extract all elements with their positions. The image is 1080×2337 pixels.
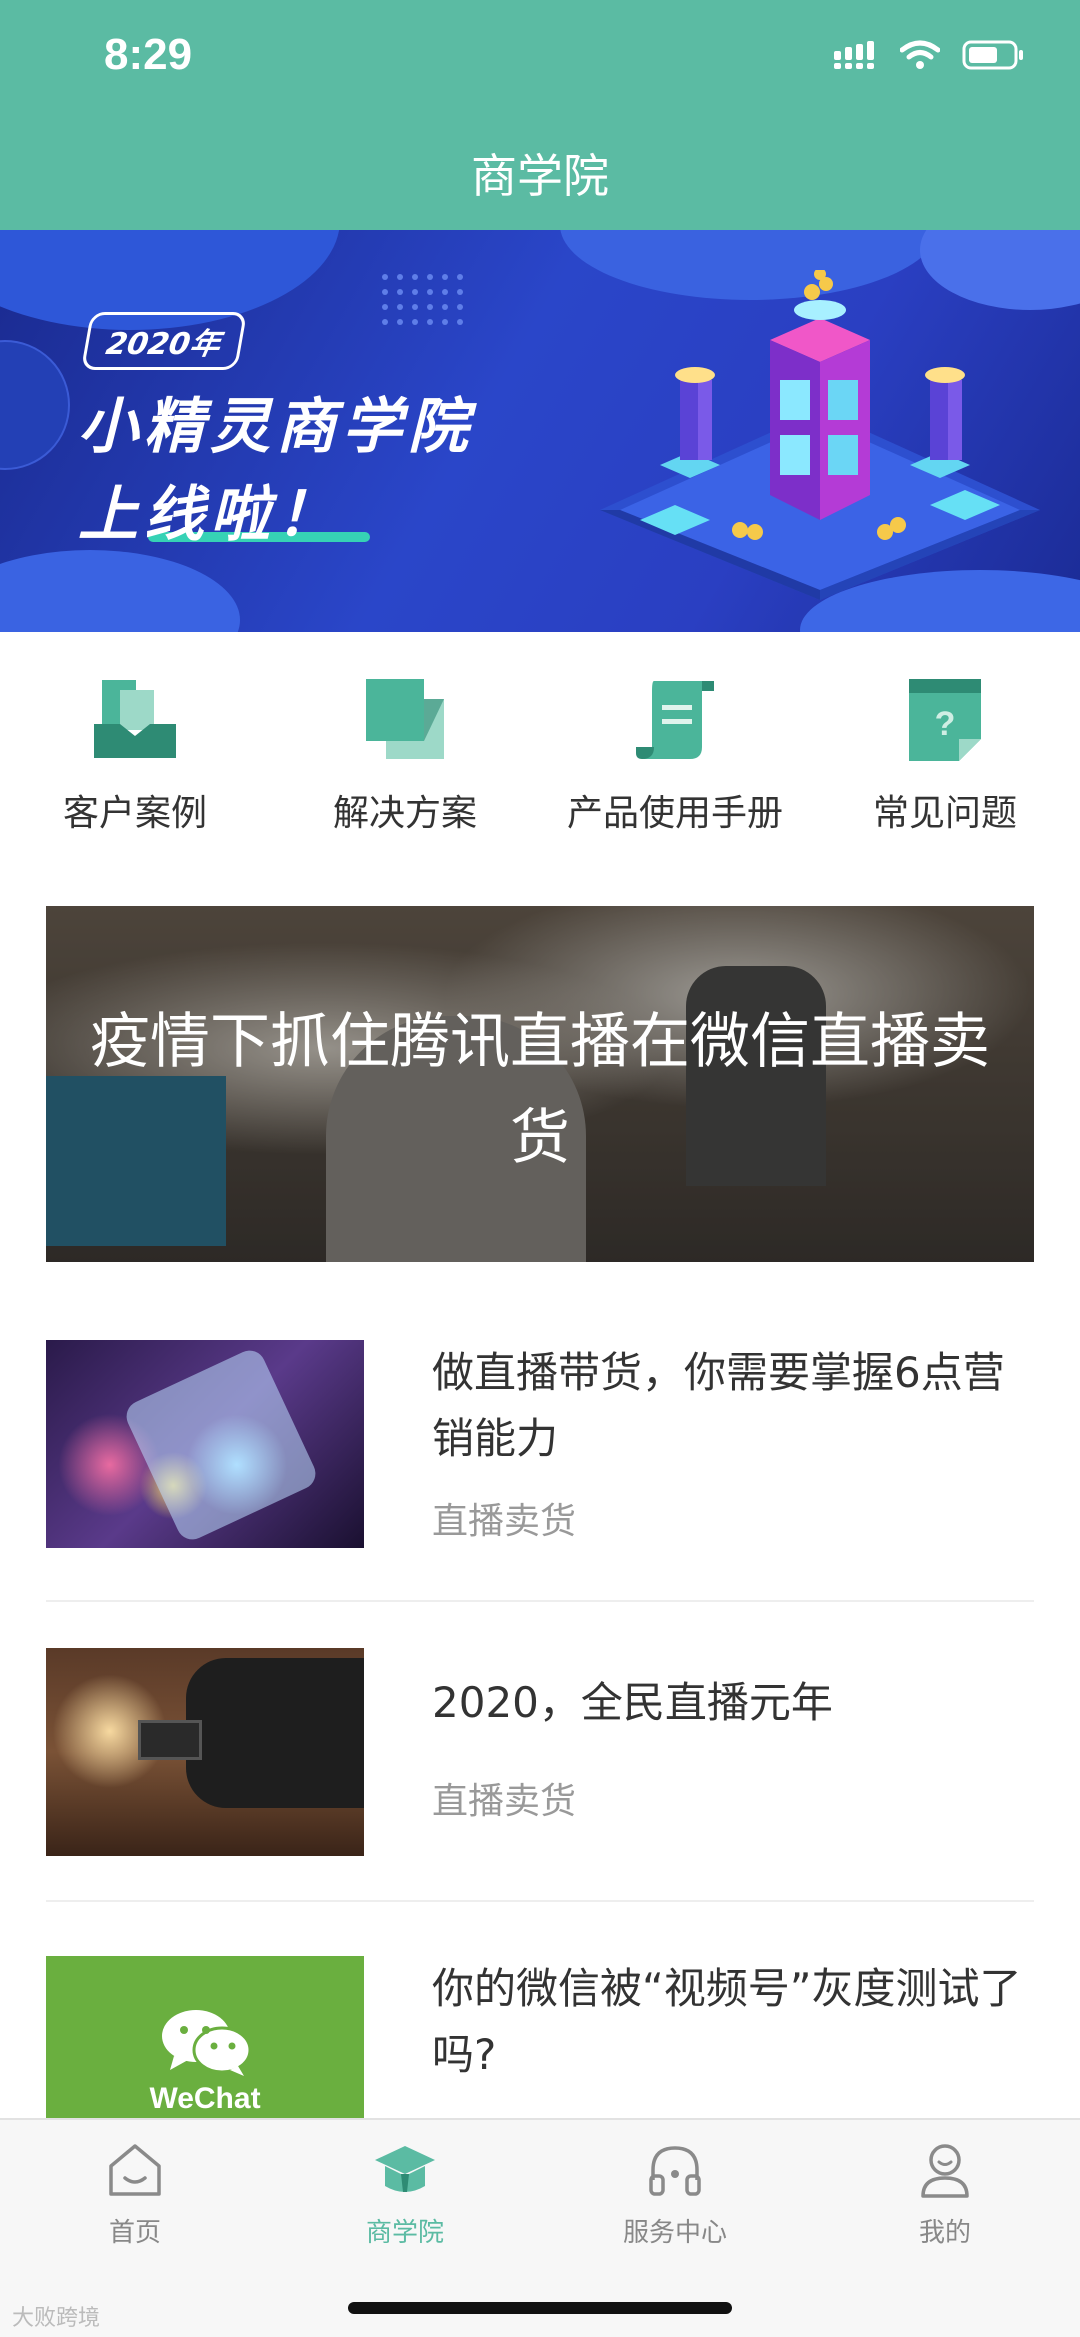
divider [46, 1900, 1034, 1902]
header-bar: 8:29 商学院 [0, 0, 1080, 230]
tab-label: 商学院 [365, 2218, 444, 2248]
tab-label: 服务中心 [622, 2218, 727, 2248]
article-thumbnail: WeChat [46, 1956, 364, 2118]
faq-icon: ? [909, 679, 981, 761]
user-icon [921, 2144, 969, 2198]
quick-item-label: 客户案例 [62, 793, 207, 834]
tab-home[interactable]: 首页 [0, 2140, 270, 2249]
quick-item-label: 产品使用手册 [566, 793, 783, 834]
banner-subheadline: 上线啦！ [78, 480, 342, 550]
article-thumbnail [46, 1648, 364, 1856]
wifi-icon [900, 40, 940, 69]
divider [46, 1600, 1034, 1602]
tab-label: 首页 [108, 2218, 161, 2248]
promo-banner[interactable]: 2020年 小精灵商学院 上线啦！ [0, 230, 1080, 632]
article-title: 做直播带货，你需要掌握6点营销能力 [432, 1348, 1005, 1463]
isometric-store-illustration [600, 270, 1040, 600]
article-thumbnail [46, 1340, 364, 1548]
banner-headline: 小精灵商学院 [78, 392, 474, 462]
article-tag: 直播卖货 [432, 1781, 577, 1822]
quick-menu: 客户案例 解决方案 产品使用手册 ? 常见问题 [0, 660, 1080, 860]
case-icon [94, 680, 176, 758]
graduation-cap-icon [375, 2146, 435, 2192]
manual-icon [636, 681, 714, 759]
banner-year-badge: 2020年 [80, 312, 247, 370]
status-bar: 8:29 [0, 0, 1080, 120]
page-title: 商学院 [471, 149, 609, 203]
article-item[interactable]: 2020，全民直播元年 直播卖货 [46, 1648, 1034, 1858]
signal-icon [834, 41, 874, 69]
dots-decoration [382, 274, 463, 325]
article-item[interactable]: WeChat 你的微信被“视频号”灰度测试了吗? [46, 1956, 1034, 2118]
quick-item-solutions[interactable]: 解决方案 [270, 660, 540, 860]
watermark: 大败跨境 [12, 2306, 101, 2331]
article-title: 2020，全民直播元年 [432, 1678, 833, 1727]
headphones-icon [649, 2146, 701, 2196]
quick-item-label: 常见问题 [872, 793, 1017, 834]
tab-business-school[interactable]: 商学院 [270, 2140, 540, 2249]
tab-mine[interactable]: 我的 [810, 2140, 1080, 2249]
article-title: 你的微信被“视频号”灰度测试了吗? [432, 1964, 1022, 2079]
quick-item-customer-cases[interactable]: 客户案例 [0, 660, 270, 860]
quick-item-product-manual[interactable]: 产品使用手册 [540, 660, 810, 860]
tab-service-center[interactable]: 服务中心 [540, 2140, 810, 2249]
feature-title: 疫情下抓住腾讯直播在微信直播卖货 [90, 1007, 990, 1173]
article-item[interactable]: 做直播带货，你需要掌握6点营销能力 直播卖货 [46, 1340, 1034, 1550]
quick-item-faq[interactable]: ? 常见问题 [810, 660, 1080, 860]
svg-text:?: ? [935, 705, 956, 743]
wechat-wordmark: WeChat [149, 2082, 261, 2115]
home-indicator[interactable] [348, 2302, 732, 2314]
solution-icon [366, 679, 444, 759]
home-icon [109, 2144, 161, 2196]
battery-icon [962, 40, 1023, 70]
featured-article[interactable]: 疫情下抓住腾讯直播在微信直播卖货 [46, 906, 1034, 1262]
tab-label: 我的 [918, 2218, 971, 2248]
wechat-logo-icon [162, 2010, 252, 2076]
quick-item-label: 解决方案 [332, 793, 477, 834]
article-tag: 直播卖货 [432, 1501, 577, 1542]
status-time: 8:29 [104, 30, 193, 79]
status-icons [834, 40, 1024, 70]
